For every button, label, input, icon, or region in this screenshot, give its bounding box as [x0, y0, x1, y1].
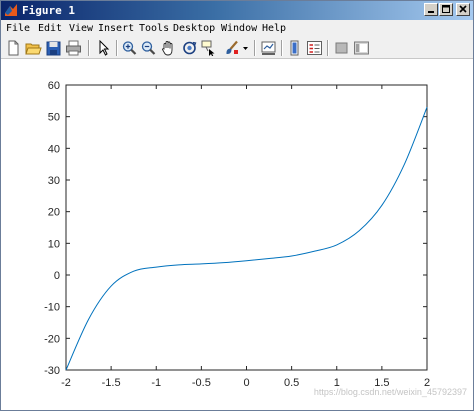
maximize-button[interactable] — [439, 3, 453, 16]
hide-plot-tools-icon[interactable] — [333, 40, 350, 56]
menu-help[interactable]: Help — [262, 22, 286, 35]
figure-toolbar — [1, 37, 473, 59]
y-tick-label: 10 — [48, 238, 60, 250]
toolbar-separator — [88, 40, 90, 56]
y-tick-label: 50 — [48, 112, 60, 124]
menu-edit[interactable]: Edit — [38, 22, 62, 35]
y-tick-label: 20 — [48, 207, 60, 219]
menu-view[interactable]: View — [69, 22, 93, 35]
menu-desktop[interactable]: Desktop — [173, 22, 215, 35]
edit-plot-arrow-icon[interactable] — [95, 40, 112, 56]
brush-icon[interactable] — [223, 40, 240, 56]
axes-box — [65, 84, 428, 371]
minimize-icon — [428, 11, 434, 13]
y-tick-label: -20 — [44, 333, 60, 345]
menu-insert[interactable]: Insert — [98, 22, 134, 35]
toolbar-separator — [116, 40, 118, 56]
print-figure-icon[interactable] — [65, 40, 82, 56]
toolbar-separator — [281, 40, 283, 56]
close-button[interactable] — [456, 3, 470, 16]
figure-canvas[interactable]: -2 -1.5 -1 -0.5 0 0.5 1 1.5 2 -30 -20 -10 0 10 20 30 40 5… — [1, 59, 473, 410]
link-plot-icon[interactable] — [260, 40, 277, 56]
y-tick-label: -10 — [44, 302, 60, 314]
data-cursor-icon[interactable] — [201, 40, 218, 56]
menu-tools[interactable]: Tools — [139, 22, 169, 35]
x-tick-label: 0 — [243, 377, 249, 389]
brush-dropdown-icon[interactable] — [241, 40, 250, 56]
x-tick-label: -1 — [151, 377, 161, 389]
close-icon — [459, 5, 467, 13]
y-tick-label: -30 — [44, 365, 60, 377]
x-tick-label: 0.5 — [284, 377, 299, 389]
watermark-text: https://blog.csdn.net/weixin_45792397 — [313, 387, 467, 397]
zoom-out-icon[interactable] — [140, 40, 157, 56]
toolbar-separator — [254, 40, 256, 56]
figure-window: Figure 1 File Edit View Insert Tools Des… — [0, 0, 474, 411]
insert-legend-icon[interactable] — [306, 40, 323, 56]
open-file-icon[interactable] — [25, 40, 42, 56]
toolbar-separator — [327, 40, 329, 56]
zoom-in-icon[interactable] — [121, 40, 138, 56]
matlab-app-icon — [5, 4, 17, 16]
rotate-3d-icon[interactable] — [181, 40, 198, 56]
x-tick-label: -2 — [61, 377, 71, 389]
y-tick-label: 0 — [54, 270, 60, 282]
menu-bar: File Edit View Insert Tools Desktop Wind… — [1, 20, 473, 37]
y-tick-label: 60 — [48, 80, 60, 92]
y-tick-label: 30 — [48, 175, 60, 187]
window-title: Figure 1 — [22, 4, 75, 17]
x-tick-label: -0.5 — [192, 377, 211, 389]
menu-file[interactable]: File — [6, 22, 30, 35]
new-figure-icon[interactable] — [5, 40, 22, 56]
minimize-button[interactable] — [424, 3, 438, 16]
plot-svg[interactable]: -2 -1.5 -1 -0.5 0 0.5 1 1.5 2-30-20-100102030405… — [1, 59, 473, 410]
pan-hand-icon[interactable] — [160, 40, 177, 56]
menu-window[interactable]: Window — [221, 22, 257, 35]
insert-colorbar-icon[interactable] — [286, 40, 303, 56]
x-tick-label: -1.5 — [102, 377, 121, 389]
maximize-icon — [442, 5, 450, 13]
title-bar[interactable]: Figure 1 — [1, 1, 473, 20]
save-figure-icon[interactable] — [45, 40, 62, 56]
y-tick-label: 40 — [48, 143, 60, 155]
show-plot-tools-icon[interactable] — [353, 40, 370, 56]
